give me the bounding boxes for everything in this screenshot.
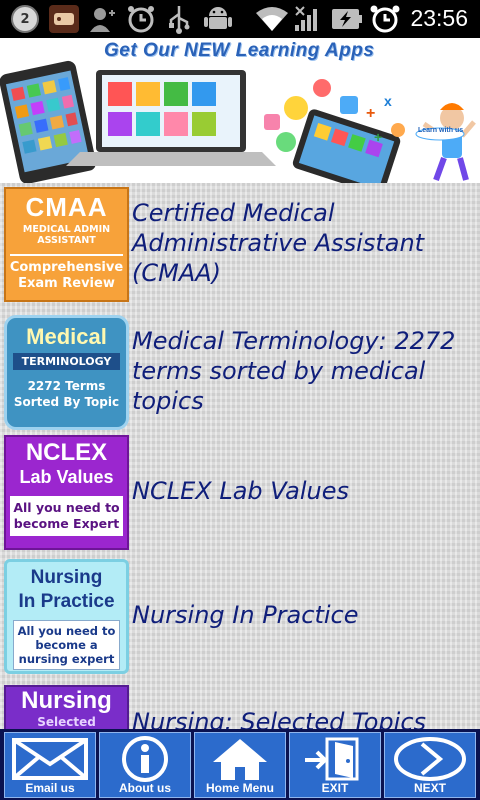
thumb-caption: All you need to — [17, 624, 116, 638]
thumb-band: TERMINOLOGY — [13, 353, 120, 370]
clock-time: 23:56 — [410, 5, 468, 31]
thumb-title: CMAA — [25, 192, 108, 222]
thumb-caption: All you need to — [13, 500, 120, 515]
thumb-caption-box: All you need to become a nursing expert — [13, 620, 120, 670]
list-item[interactable]: NCLEX Lab Values All you need to become … — [0, 431, 480, 551]
thumb-title: In Practice — [18, 591, 115, 612]
devices-illustration: + x + — [0, 60, 476, 183]
banner-tag: Learn with us — [418, 127, 464, 134]
thumb-divider — [10, 254, 123, 256]
thumb-subtitle: Selected — [37, 715, 96, 729]
svg-text:+: + — [366, 105, 375, 122]
app-icon[interactable] — [46, 4, 82, 34]
about-us-button[interactable]: About us — [99, 732, 191, 798]
app-title[interactable]: Medical Terminology: 2272 terms sorted b… — [132, 311, 478, 431]
nav-label: EXIT — [321, 781, 349, 795]
thumb-caption-box: All you need to become Expert — [10, 496, 123, 536]
envelope-icon — [5, 735, 95, 783]
thumb-caption: nursing expert — [18, 652, 115, 666]
thumb-subtitle: Lab Values — [19, 467, 114, 487]
home-menu-button[interactable]: Home Menu — [194, 732, 286, 798]
app-thumbnail[interactable]: Nursing In Practice All you need to beco… — [4, 559, 129, 674]
thumb-caption: Exam Review — [18, 276, 115, 291]
list-item[interactable]: Medical TERMINOLOGY 2272 Terms Sorted By… — [0, 311, 480, 431]
app-title-text: Medical Terminology: 2272 terms sorted b… — [132, 327, 456, 415]
app-title-text: Nursing In Practice — [132, 601, 359, 629]
app-list[interactable]: CMAA MEDICAL ADMIN ASSISTANT Comprehensi… — [0, 183, 480, 729]
exit-button[interactable]: EXIT — [289, 732, 381, 798]
app-title[interactable]: Certified Medical Administrative Assista… — [132, 183, 478, 303]
app-title-text: Certified Medical Administrative Assista… — [132, 199, 425, 287]
app-title-text: Nursing: Selected Topics — [132, 708, 427, 729]
app-title-text: NCLEX Lab Values — [132, 477, 349, 505]
wifi-icon — [252, 4, 292, 34]
info-icon — [100, 735, 190, 783]
app-title[interactable]: Nursing: Selected Topics — [132, 681, 478, 729]
usb-icon — [164, 4, 194, 34]
battery-charging-icon — [330, 4, 364, 34]
notification-badge-icon[interactable]: 2 — [10, 4, 40, 34]
thumb-caption: become Expert — [13, 516, 120, 531]
status-bar: 2 23:56 — [0, 0, 480, 38]
thumb-title: NCLEX — [25, 439, 108, 466]
exit-door-icon — [290, 735, 380, 783]
bottom-nav: Email us About us Home Menu EXIT NEXT — [0, 729, 480, 800]
thumb-caption: Sorted By Topic — [13, 395, 120, 409]
app-title[interactable]: NCLEX Lab Values — [132, 431, 478, 551]
nav-label: Email us — [25, 781, 75, 795]
next-arrow-icon — [385, 735, 475, 783]
alarm-clock-icon — [368, 4, 402, 34]
thumb-caption: Comprehensive — [9, 260, 124, 275]
promo-banner[interactable]: Get Our NEW Learning Apps + x + Learn wi… — [0, 38, 480, 183]
nav-label: About us — [119, 781, 171, 795]
app-thumbnail[interactable]: NCLEX Lab Values All you need to become … — [4, 435, 129, 550]
thumb-title: Nursing — [30, 567, 103, 588]
list-item[interactable]: Nursing In Practice All you need to beco… — [0, 555, 480, 675]
app-thumbnail[interactable]: Medical TERMINOLOGY 2272 Terms Sorted By… — [4, 315, 129, 430]
notification-count: 2 — [11, 5, 39, 33]
svg-text:x: x — [384, 93, 392, 109]
email-us-button[interactable]: Email us — [4, 732, 96, 798]
alarm-icon — [124, 4, 158, 34]
home-icon — [195, 735, 285, 783]
list-item[interactable]: CMAA MEDICAL ADMIN ASSISTANT Comprehensi… — [0, 183, 480, 303]
thumb-title: Medical — [26, 324, 107, 349]
thumb-subtitle: MEDICAL ADMIN ASSISTANT — [22, 224, 111, 246]
nav-label: Home Menu — [205, 781, 274, 795]
svg-text:+: + — [374, 129, 382, 145]
list-item[interactable]: Nursing Selected Nursing: Selected Topic… — [0, 681, 480, 729]
signal-icon — [292, 4, 322, 34]
thumb-caption: become a — [35, 638, 98, 652]
next-button[interactable]: NEXT — [384, 732, 476, 798]
add-user-icon — [88, 4, 118, 34]
nav-label: NEXT — [413, 781, 446, 795]
thumb-title: Nursing — [21, 687, 112, 714]
thumb-caption: 2272 Terms — [27, 379, 106, 393]
app-title[interactable]: Nursing In Practice — [132, 555, 478, 675]
app-thumbnail[interactable]: CMAA MEDICAL ADMIN ASSISTANT Comprehensi… — [4, 187, 129, 302]
app-thumbnail[interactable]: Nursing Selected — [4, 685, 129, 729]
android-icon — [200, 4, 236, 34]
